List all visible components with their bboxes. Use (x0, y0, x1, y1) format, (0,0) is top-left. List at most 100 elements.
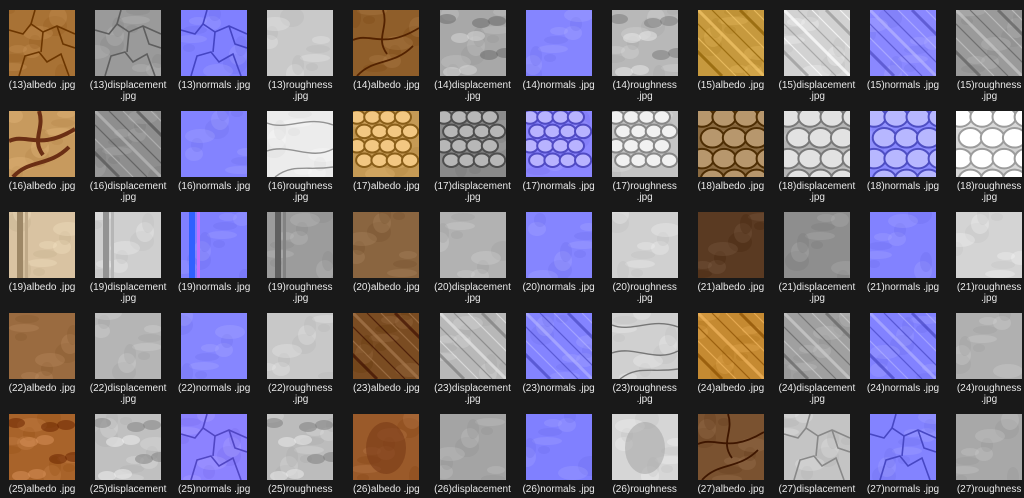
file-item[interactable]: (27)albedo .jpg (689, 414, 773, 498)
file-name-line2: .jpg (464, 394, 481, 405)
file-name: (24)albedo .jpg (689, 383, 773, 394)
file-item[interactable]: (19)displacement .jpg (86, 212, 170, 312)
file-thumbnail (439, 111, 506, 177)
file-name-line1: (27)displacement (778, 484, 856, 495)
file-item[interactable]: (23)roughness .jpg (603, 313, 687, 413)
file-item[interactable]: (19)albedo .jpg (0, 212, 84, 312)
file-name: (21)albedo .jpg (689, 282, 773, 293)
file-name-line2: .jpg (981, 293, 998, 304)
file-name-line1: (20)roughness (612, 282, 677, 293)
file-name: (19)displacement .jpg (86, 282, 170, 304)
file-item[interactable]: (17)displacement .jpg (431, 111, 515, 211)
file-item[interactable]: (25)normals .jpg (172, 414, 256, 498)
file-item[interactable]: (19)normals .jpg (172, 212, 256, 312)
file-thumbnail (9, 10, 75, 76)
file-name-line1: (19)normals .jpg (178, 282, 251, 293)
file-thumbnail (181, 212, 248, 278)
file-item[interactable]: (14)albedo .jpg (344, 10, 428, 110)
file-name-line2: .jpg (292, 192, 309, 203)
file-item[interactable]: (24)albedo .jpg (689, 313, 773, 413)
file-thumbnail (697, 313, 764, 379)
file-item[interactable]: (19)roughness .jpg (258, 212, 342, 312)
file-name: (13)roughness .jpg (258, 80, 342, 102)
file-name-line1: (26)albedo .jpg (353, 484, 420, 495)
file-item[interactable]: (27)displacement (775, 414, 859, 498)
file-name-line1: (19)albedo .jpg (8, 282, 76, 293)
file-item[interactable]: (14)displacement .jpg (431, 10, 515, 110)
file-item[interactable]: (25)albedo .jpg (0, 414, 84, 498)
file-item[interactable]: (24)roughness .jpg (947, 313, 1024, 413)
file-name-line2: .jpg (636, 394, 653, 405)
file-item[interactable]: (23)normals .jpg (517, 313, 601, 413)
file-name-line2: .jpg (292, 394, 309, 405)
file-name: (15)albedo .jpg (689, 80, 773, 91)
file-name-line2: .jpg (636, 192, 653, 203)
file-item[interactable]: (15)roughness .jpg (947, 10, 1024, 110)
file-item[interactable]: (20)normals .jpg (517, 212, 601, 312)
file-item[interactable]: (17)normals .jpg (517, 111, 601, 211)
file-name: (13)normals .jpg (172, 80, 256, 91)
file-item[interactable]: (26)normals .jpg (517, 414, 601, 498)
file-item[interactable]: (21)albedo .jpg (689, 212, 773, 312)
file-name: (20)roughness .jpg (603, 282, 687, 304)
file-item[interactable]: (18)normals .jpg (861, 111, 945, 211)
file-item[interactable]: (13)normals .jpg (172, 10, 256, 110)
file-item[interactable]: (25)displacement (86, 414, 170, 498)
file-item[interactable]: (13)albedo .jpg (0, 10, 84, 110)
file-item[interactable]: (15)displacement .jpg (775, 10, 859, 110)
file-name-line1: (13)normals .jpg (178, 80, 251, 91)
file-item[interactable]: (27)roughness (947, 414, 1024, 498)
file-item[interactable]: (15)normals .jpg (861, 10, 945, 110)
file-item[interactable]: (25)roughness (258, 414, 342, 498)
file-item[interactable]: (26)displacement (431, 414, 515, 498)
file-name-line2: .jpg (120, 394, 137, 405)
file-item[interactable]: (16)displacement .jpg (86, 111, 170, 211)
file-item[interactable]: (23)albedo .jpg (344, 313, 428, 413)
file-item[interactable]: (17)albedo .jpg (344, 111, 428, 211)
file-item[interactable]: (15)albedo .jpg (689, 10, 773, 110)
file-item[interactable]: (21)normals .jpg (861, 212, 945, 312)
file-item[interactable]: (23)displacement .jpg (431, 313, 515, 413)
file-thumbnail (439, 10, 506, 76)
file-item[interactable]: (21)roughness .jpg (947, 212, 1024, 312)
file-thumbnail (181, 111, 248, 177)
file-thumbnail (353, 414, 420, 480)
file-item[interactable]: (20)roughness .jpg (603, 212, 687, 312)
file-item[interactable]: (18)albedo .jpg (689, 111, 773, 211)
file-item[interactable]: (26)albedo .jpg (344, 414, 428, 498)
file-thumbnail (181, 414, 248, 480)
file-item[interactable]: (24)normals .jpg (861, 313, 945, 413)
file-name: (17)displacement .jpg (431, 181, 515, 203)
file-item[interactable]: (18)roughness .jpg (947, 111, 1024, 211)
file-item[interactable]: (13)displacement .jpg (86, 10, 170, 110)
file-name-line2: .jpg (981, 192, 998, 203)
file-item[interactable]: (27)normals .jpg (861, 414, 945, 498)
file-name-line1: (16)displacement (89, 181, 167, 192)
file-item[interactable]: (22)displacement .jpg (86, 313, 170, 413)
file-item[interactable]: (24)displacement .jpg (775, 313, 859, 413)
file-thumbnail (9, 313, 75, 379)
file-item[interactable]: (16)normals .jpg (172, 111, 256, 211)
file-thumbnail (439, 414, 506, 480)
file-item[interactable]: (14)normals .jpg (517, 10, 601, 110)
file-item[interactable]: (22)albedo .jpg (0, 313, 84, 413)
file-item[interactable]: (22)roughness .jpg (258, 313, 342, 413)
file-item[interactable]: (18)displacement .jpg (775, 111, 859, 211)
file-name-line1: (15)albedo .jpg (697, 80, 765, 91)
file-item[interactable]: (20)displacement .jpg (431, 212, 515, 312)
file-name-line1: (15)normals .jpg (866, 80, 940, 91)
file-item[interactable]: (16)roughness .jpg (258, 111, 342, 211)
file-item[interactable]: (20)albedo .jpg (344, 212, 428, 312)
file-name-line1: (19)displacement (89, 282, 167, 293)
file-name: (18)displacement .jpg (775, 181, 859, 203)
file-item[interactable]: (26)roughness (603, 414, 687, 498)
file-name: (19)roughness .jpg (258, 282, 342, 304)
file-item[interactable]: (22)normals .jpg (172, 313, 256, 413)
file-item[interactable]: (13)roughness .jpg (258, 10, 342, 110)
file-item[interactable]: (17)roughness .jpg (603, 111, 687, 211)
file-item[interactable]: (16)albedo .jpg (0, 111, 84, 211)
file-name-line1: (14)roughness (612, 80, 677, 91)
file-name: (21)roughness .jpg (947, 282, 1024, 304)
file-item[interactable]: (21)displacement .jpg (775, 212, 859, 312)
file-item[interactable]: (14)roughness .jpg (603, 10, 687, 110)
